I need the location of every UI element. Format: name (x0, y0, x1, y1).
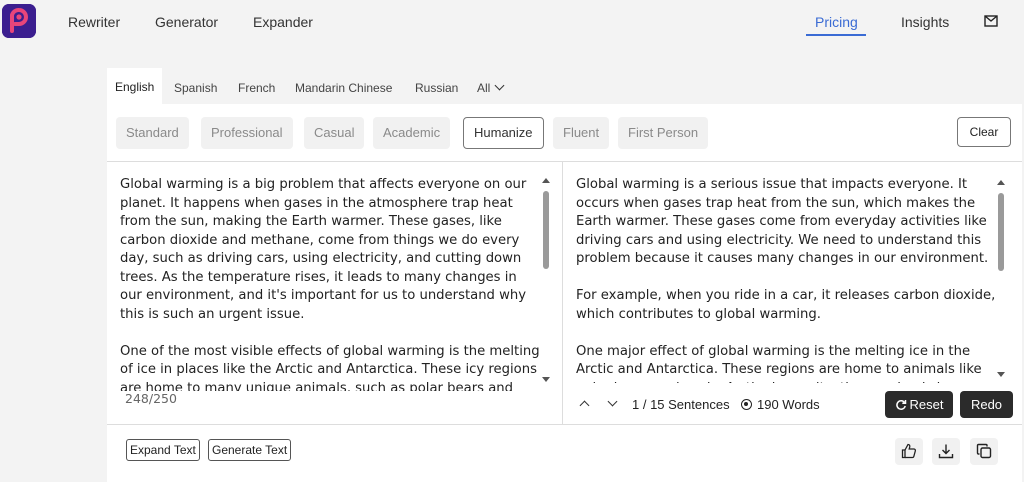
char-count: 248/250 (125, 391, 177, 406)
mode-professional[interactable]: Professional (201, 117, 293, 149)
paraphraser-panel: English Spanish French Mandarin Chinese … (107, 68, 1022, 482)
redo-button[interactable]: Redo (960, 391, 1013, 418)
expand-text-button[interactable]: Expand Text (126, 439, 200, 461)
nav-generator[interactable]: Generator (155, 14, 218, 30)
scroll-down-arrow-icon[interactable] (997, 372, 1005, 377)
thumbs-up-button[interactable] (895, 438, 923, 465)
mode-standard[interactable]: Standard (116, 117, 189, 149)
lang-tab-spanish[interactable]: Spanish (174, 81, 217, 95)
mode-fluent[interactable]: Fluent (553, 117, 610, 149)
nav-rewriter[interactable]: Rewriter (68, 14, 120, 30)
clear-button[interactable]: Clear (957, 117, 1011, 147)
nav-insights[interactable]: Insights (901, 14, 949, 30)
output-controls: 1 / 15 Sentences 190 Words Reset Redo (563, 384, 1022, 424)
mail-icon[interactable] (984, 15, 998, 27)
brand-logo[interactable] (2, 4, 36, 38)
scroll-up-arrow-icon[interactable] (997, 180, 1005, 185)
mode-first-person[interactable]: First Person (618, 117, 709, 149)
copy-icon (976, 443, 992, 459)
download-button[interactable] (932, 438, 960, 465)
lang-tab-french[interactable]: French (238, 81, 275, 95)
generate-text-button[interactable]: Generate Text (208, 439, 292, 461)
input-scrollbar[interactable] (541, 178, 551, 386)
download-icon (938, 444, 954, 459)
reset-label: Reset (909, 397, 944, 412)
language-tabs: English Spanish French Mandarin Chinese … (107, 68, 1022, 104)
mode-academic[interactable]: Academic (373, 117, 451, 149)
top-nav: Rewriter Generator Expander Pricing Insi… (0, 0, 1024, 46)
word-count: 190 Words (757, 397, 820, 412)
input-paragraph: One of the most visible effects of globa… (120, 343, 540, 392)
chevron-down-icon (494, 80, 505, 91)
lang-tab-mandarin-chinese[interactable]: Mandarin Chinese (295, 81, 392, 95)
mode-casual[interactable]: Casual (304, 117, 365, 149)
nav-expander[interactable]: Expander (253, 14, 313, 30)
previous-sentence-icon[interactable] (579, 400, 590, 411)
scroll-down-arrow-icon[interactable] (542, 377, 550, 382)
scrollbar-thumb[interactable] (998, 193, 1004, 271)
thumbs-up-icon (901, 443, 917, 459)
output-paragraph: For example, when you ride in a car, it … (576, 288, 996, 322)
output-scrollbar[interactable] (996, 180, 1006, 380)
nav-active-indicator (806, 34, 866, 36)
lang-tab-english[interactable]: English (107, 68, 163, 104)
input-textarea[interactable]: Global warming is a big problem that aff… (120, 176, 540, 391)
next-sentence-icon[interactable] (607, 396, 618, 407)
reset-button[interactable]: Reset (885, 391, 953, 418)
nav-pricing[interactable]: Pricing (815, 14, 858, 30)
copy-button[interactable] (970, 438, 998, 465)
footer-divider (107, 424, 1022, 425)
mode-bar: Standard Professional Casual Academic Hu… (107, 104, 1022, 162)
radio-icon[interactable] (741, 399, 752, 410)
sentence-count: 1 / 15 Sentences (632, 397, 730, 412)
lang-all-dropdown[interactable]: All (477, 80, 505, 95)
scroll-up-arrow-icon[interactable] (542, 178, 550, 183)
scrollbar-thumb[interactable] (543, 191, 549, 269)
mode-humanize[interactable]: Humanize (463, 117, 544, 149)
lang-tab-russian[interactable]: Russian (415, 81, 458, 95)
input-paragraph: Global warming is a big problem that aff… (120, 177, 527, 322)
output-text: Global warming is a serious issue that i… (576, 176, 996, 383)
lang-all-label: All (477, 81, 491, 95)
output-paragraph: One major effect of global warming is th… (576, 343, 982, 384)
reset-icon (895, 399, 906, 410)
output-paragraph: Global warming is a serious issue that i… (576, 177, 989, 266)
